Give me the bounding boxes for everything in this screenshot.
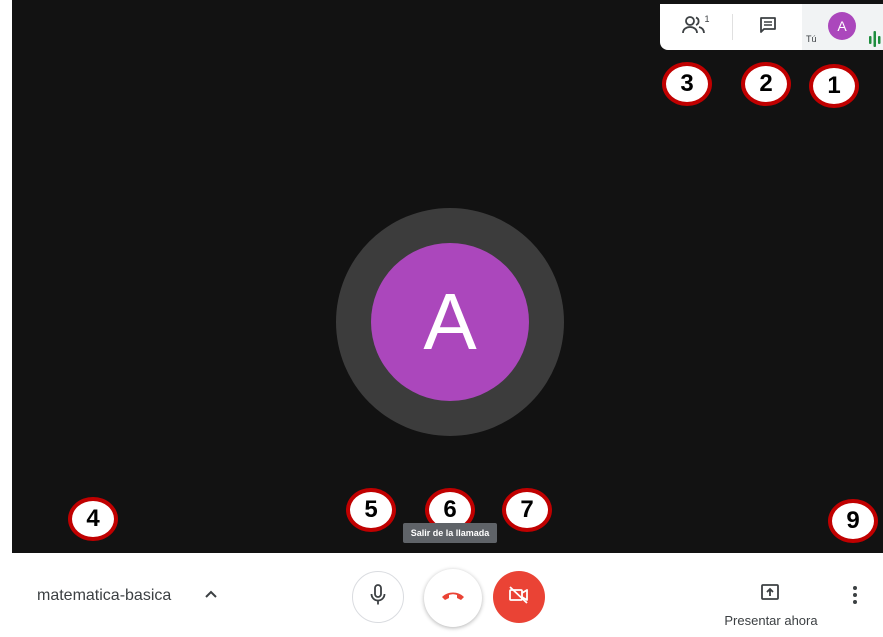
present-now-button[interactable]: Presentar ahora [716,575,826,628]
more-vert-icon[interactable] [852,585,858,610]
mic-button[interactable] [352,571,404,623]
camera-toggle-button[interactable] [493,571,545,623]
self-avatar: A [828,12,856,40]
left-border [0,0,12,637]
separator [732,14,733,40]
present-icon [760,583,780,606]
self-label: Tú [806,34,817,44]
chat-icon [758,15,778,40]
top-right-panel: 1 A Tú [660,4,883,50]
mic-icon [369,583,387,611]
hangup-tooltip: Salir de la llamada [403,523,497,543]
bottom-bar: matematica-basica Presentar ahora [12,553,883,637]
participant-count: 1 [704,14,710,24]
people-button[interactable]: 1 [672,4,722,50]
participant-avatar: A [371,243,529,401]
marker-9: 9 [828,499,878,543]
chevron-up-icon[interactable] [204,587,218,606]
people-icon [682,15,706,40]
chat-button[interactable] [748,4,788,50]
hangup-button[interactable] [424,569,482,627]
camera-off-icon [508,585,530,610]
marker-2: 2 [741,62,791,106]
self-tile[interactable]: A Tú [802,4,883,50]
marker-4: 4 [68,497,118,541]
marker-5: 5 [346,488,396,532]
marker-1: 1 [809,64,859,108]
meeting-name[interactable]: matematica-basica [37,587,171,605]
marker-3: 3 [662,62,712,106]
audio-level-icon [868,30,882,53]
marker-7: 7 [502,488,552,532]
present-label: Presentar ahora [724,613,818,628]
hangup-icon [441,589,465,607]
